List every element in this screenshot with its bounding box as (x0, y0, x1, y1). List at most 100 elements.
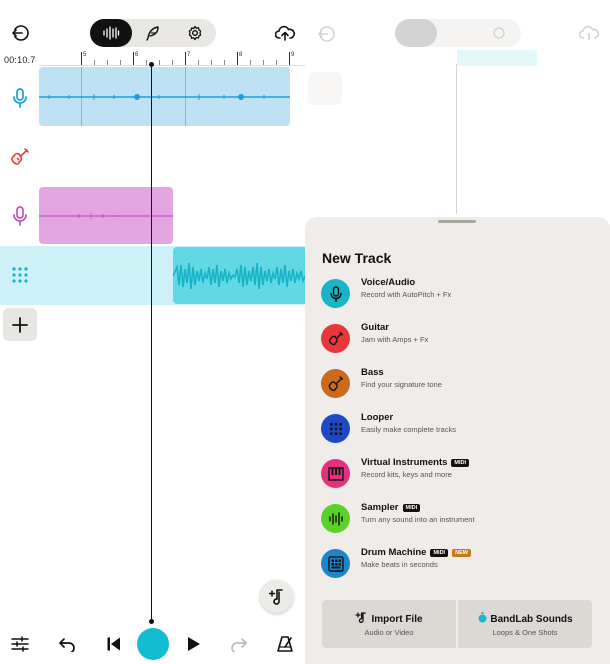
import-file-button[interactable]: Import File Audio or Video (322, 600, 456, 648)
bar-number: 8 (239, 52, 243, 58)
track-option-bass[interactable]: Bass Find your signature tone (321, 365, 601, 405)
option-subtitle: Easily make complete tracks (361, 425, 457, 434)
playhead-bottom-handle[interactable] (149, 619, 154, 624)
playhead[interactable] (151, 64, 152, 622)
track-option-drum-machine[interactable]: Drum Machine MIDI NEW Make beats in second… (321, 545, 601, 585)
option-icon-bg (321, 324, 350, 353)
new-track-sheet: New Track Voice/Audio Record with AutoPi… (305, 217, 610, 664)
tab-settings[interactable] (174, 19, 216, 47)
track-option-looper[interactable]: Looper Easily make complete tracks (321, 410, 601, 450)
drum-machine-icon (327, 555, 344, 572)
record-button[interactable] (137, 628, 169, 660)
track-1-instrument[interactable] (8, 86, 32, 110)
option-title: Sampler MIDI (361, 502, 421, 513)
option-icon-bg (321, 549, 350, 578)
timeline-ruler[interactable]: 5 6 7 8 9 (39, 52, 305, 66)
gear-icon (493, 27, 505, 39)
waveform (39, 213, 173, 219)
redo-button[interactable] (225, 630, 253, 658)
track-option-guitar[interactable]: Guitar Jam with Amps + Fx (321, 320, 601, 360)
mixer-button[interactable] (6, 630, 34, 658)
new-badge: NEW (452, 549, 471, 557)
midi-badge: MIDI (402, 504, 421, 512)
option-title: Bass (361, 367, 384, 378)
cloud-upload-icon (275, 25, 295, 41)
track-option-voice[interactable]: Voice/Audio Record with AutoPitch + Fx (321, 275, 601, 315)
option-subtitle: Record kits, keys and more (361, 470, 452, 479)
skip-to-start-button[interactable] (100, 630, 128, 658)
tab-lyrics[interactable] (132, 19, 174, 47)
bar-number: 5 (83, 52, 87, 58)
view-switcher (90, 19, 216, 47)
option-icon-bg (321, 369, 350, 398)
option-icon-bg (321, 279, 350, 308)
microphone-icon (13, 88, 27, 108)
waveform (39, 94, 290, 100)
option-title: Virtual Instruments MIDI (361, 457, 470, 468)
import-file-label: Import File (371, 614, 423, 625)
bandlab-sounds-title: BandLab Sounds (458, 612, 592, 625)
cloud-upload-icon (579, 25, 599, 40)
piano-icon (327, 466, 344, 481)
metronome-button[interactable] (271, 630, 299, 658)
guitar-icon (11, 148, 29, 165)
bandlab-sounds-button[interactable]: BandLab Sounds Loops & One Shots (458, 600, 592, 648)
option-subtitle: Jam with Amps + Fx (361, 335, 429, 344)
guitar-icon (328, 331, 343, 345)
loop-clip[interactable] (173, 247, 305, 304)
sheet-handle[interactable] (438, 220, 476, 223)
exit-icon (11, 25, 29, 41)
bandlab-sounds-subtitle: Loops & One Shots (492, 628, 558, 637)
option-title: Looper (361, 412, 394, 423)
play-button[interactable] (180, 630, 208, 658)
sliders-icon (11, 636, 29, 652)
time-position: 00:10.7 (4, 55, 36, 65)
midi-badge: MIDI (430, 549, 449, 557)
tab-tracks[interactable] (90, 19, 132, 47)
bandlab-sounds-icon (478, 612, 487, 623)
add-music-icon (268, 588, 283, 605)
add-track-button[interactable] (3, 308, 37, 341)
bandlab-sounds-label: BandLab Sounds (490, 614, 573, 625)
waveform (173, 262, 305, 290)
option-subtitle: Turn any sound into an instrument (361, 515, 475, 524)
option-subtitle: Record with AutoPitch + Fx (361, 290, 452, 299)
option-title: Voice/Audio (361, 277, 416, 288)
track-2-instrument[interactable] (8, 145, 32, 169)
gear-icon (188, 25, 202, 41)
bar-number: 7 (187, 52, 191, 58)
microphone-icon (13, 206, 27, 226)
exit-icon (317, 26, 335, 42)
undo-button[interactable] (53, 630, 81, 658)
redo-icon (231, 638, 247, 652)
audio-clip[interactable] (39, 187, 173, 244)
undo-icon (59, 638, 75, 652)
track-option-sampler[interactable]: Sampler MIDI Turn any sound into an instr… (321, 500, 601, 540)
back-button[interactable] (7, 20, 33, 46)
option-icon-bg (321, 414, 350, 443)
import-file-title: Import File (322, 612, 456, 625)
looper-icon (12, 267, 28, 283)
waveform-icon (103, 26, 120, 40)
midi-badge: MIDI (451, 459, 470, 467)
skip-back-icon (107, 637, 120, 651)
option-subtitle: Make beats in seconds (361, 560, 438, 569)
track-4-instrument[interactable] (8, 263, 32, 287)
add-sound-button[interactable] (260, 580, 293, 613)
track-option-virtual-instruments[interactable]: Virtual Instruments MIDI Record kits, key… (321, 455, 601, 495)
feather-icon (146, 26, 159, 41)
audio-clip[interactable] (39, 67, 290, 126)
microphone-icon (329, 285, 342, 302)
metronome-icon (277, 636, 293, 652)
import-file-subtitle: Audio or Video (364, 628, 414, 637)
playhead-top-handle[interactable] (149, 62, 154, 67)
import-file-icon (355, 612, 367, 623)
sampler-icon (328, 511, 343, 526)
option-title: Drum Machine MIDI NEW (361, 547, 471, 558)
sheet-title: New Track (322, 250, 392, 266)
upload-button[interactable] (272, 20, 298, 46)
bass-icon (328, 375, 343, 391)
bar-number: 6 (135, 52, 139, 58)
track-3-instrument[interactable] (8, 204, 32, 228)
option-title: Guitar (361, 322, 389, 333)
